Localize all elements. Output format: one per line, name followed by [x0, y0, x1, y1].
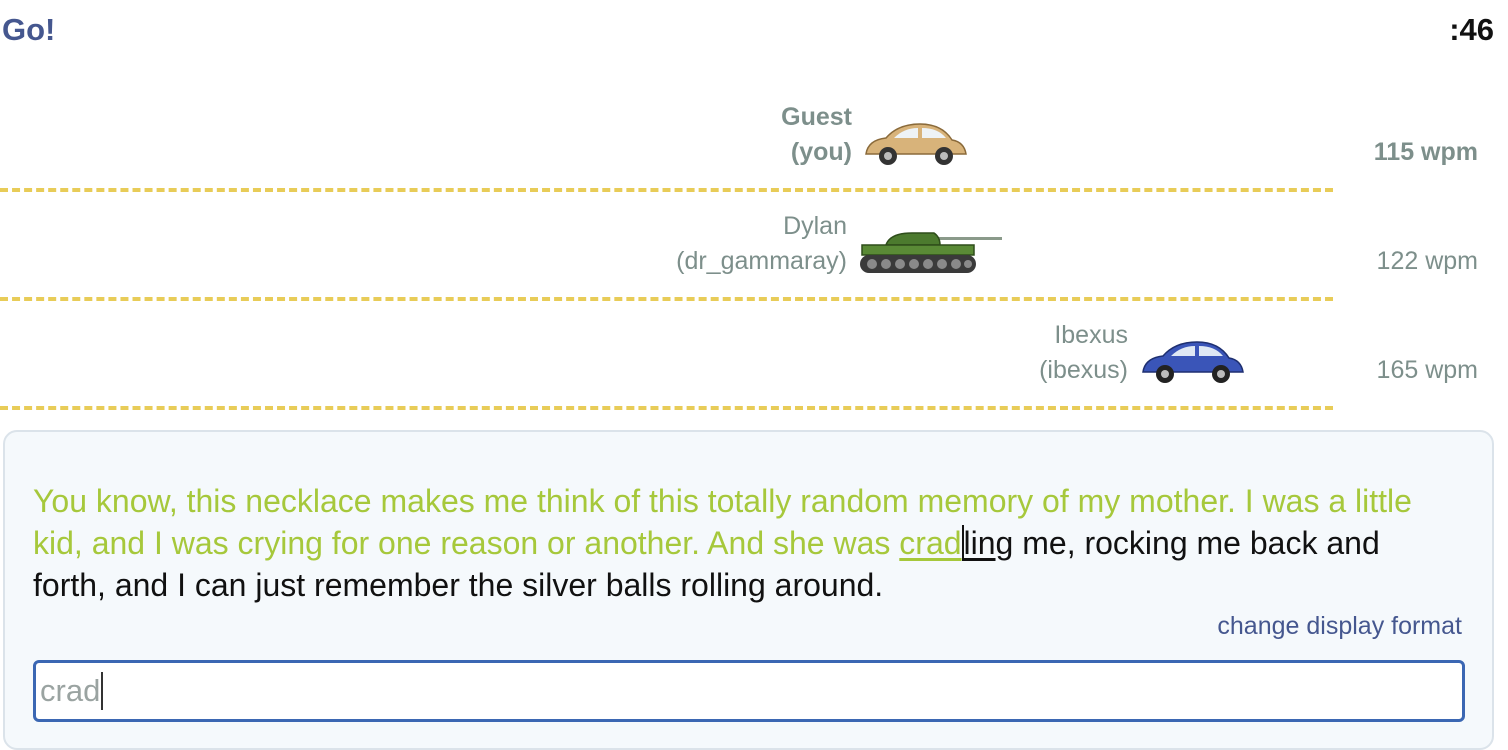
race-lane: Ibexus (ibexus) 165 wpm: [0, 318, 1508, 426]
typing-input-value: crad: [40, 673, 101, 708]
racer-handle: (you): [790, 138, 852, 166]
racer-label: Dylan (dr_gammaray): [676, 209, 847, 279]
change-display-format-link[interactable]: change display format: [1217, 612, 1462, 641]
lane-divider: [0, 188, 1333, 192]
race-lane: Guest (you) 115 wpm: [0, 100, 1508, 208]
race-timer: :46: [1449, 12, 1494, 47]
green-tank-icon: [860, 232, 1002, 273]
lane-divider: [0, 297, 1333, 301]
lane-divider: [0, 406, 1333, 410]
beige-car-icon: [865, 123, 967, 165]
racer-name: Dylan: [783, 212, 847, 240]
racer-label: Guest (you): [781, 100, 852, 170]
racer-wpm: 122 wpm: [1376, 247, 1478, 275]
racer-name: Ibexus: [1054, 321, 1128, 349]
race-status: Go!: [2, 12, 56, 47]
racer-name: Guest: [781, 103, 852, 131]
typing-input[interactable]: crad: [33, 660, 1465, 722]
text-caret: [101, 672, 104, 710]
racer-handle: (dr_gammaray): [676, 247, 847, 275]
racer-handle: (ibexus): [1039, 356, 1128, 384]
racer-wpm: 165 wpm: [1376, 356, 1478, 384]
current-word-typed: crad: [899, 525, 962, 561]
racer-wpm: 115 wpm: [1373, 138, 1478, 166]
race-lane: Dylan (dr_gammaray) 122 wpm: [0, 209, 1508, 317]
typing-panel: You know, this necklace makes me think o…: [3, 430, 1494, 750]
current-word-remaining: ling: [961, 525, 1014, 561]
passage-text: You know, this necklace makes me think o…: [33, 480, 1453, 606]
racer-label: Ibexus (ibexus): [1039, 318, 1128, 388]
blue-car-icon: [1142, 341, 1244, 383]
